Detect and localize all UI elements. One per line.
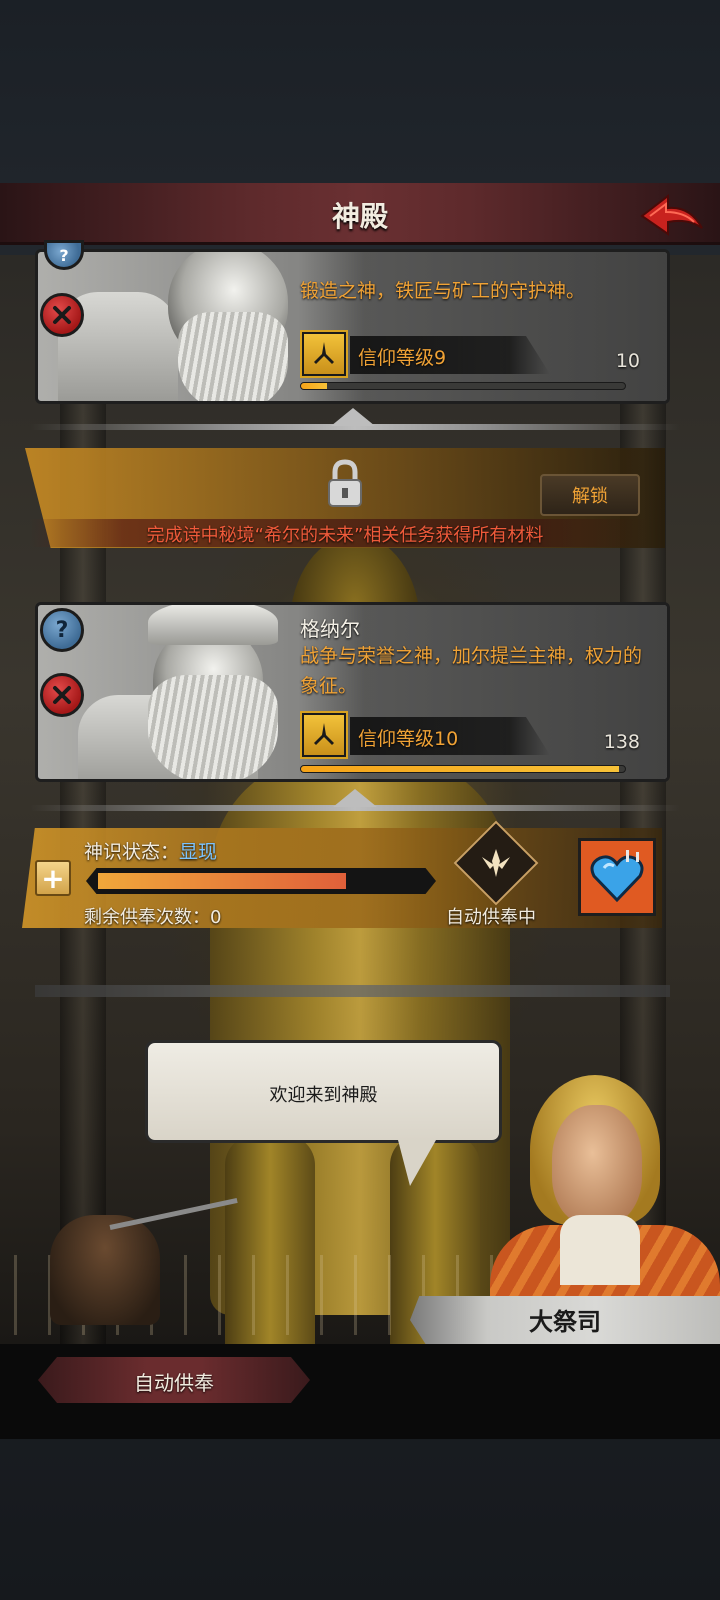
spirit-progress-fill — [98, 873, 346, 889]
prayer-hands-icon — [304, 715, 344, 755]
spirit-progress-bar — [86, 868, 436, 894]
auto-offer-label: 自动供奉 — [134, 1371, 214, 1395]
question-icon: ? — [59, 245, 69, 265]
header-bar: 神殿 — [0, 183, 720, 245]
priest-face — [552, 1105, 642, 1225]
auto-offering-status: 自动供奉中 — [446, 907, 536, 928]
heart-item-button[interactable] — [578, 838, 656, 916]
god-card[interactable]: 锻造之神，铁匠与矿工的守护神。 信仰等级9 10 — [35, 249, 670, 404]
faith-count: 10 — [615, 350, 640, 372]
speech-bubble-tail — [398, 1140, 436, 1186]
pillar — [60, 255, 106, 1345]
unlock-button[interactable]: 解锁 — [540, 474, 640, 516]
priest-collar — [560, 1215, 640, 1285]
page-title: 神殿 — [331, 200, 388, 233]
portrait-helmet — [148, 605, 278, 645]
divider-arrow — [331, 408, 375, 426]
next-card-peek — [35, 985, 670, 997]
faith-icon-frame — [300, 711, 348, 759]
faith-progress-fill — [301, 383, 327, 389]
god-name: 格纳尔 — [300, 617, 360, 641]
god-description: 战争与荣誉之神，加尔提兰主神，权力的象征。 — [300, 645, 643, 697]
speaker-name: 大祭司 — [529, 1308, 601, 1336]
faith-progress-bar — [300, 382, 626, 390]
faith-level-row: 信仰等级9 10 — [300, 330, 640, 390]
question-icon: ? — [55, 617, 69, 643]
warrior-figure — [50, 1215, 160, 1325]
spirit-status: 神识状态：显现 — [84, 837, 217, 864]
remove-button[interactable] — [40, 293, 84, 337]
padlock-icon — [325, 458, 365, 510]
close-x-icon — [53, 306, 71, 324]
remove-button[interactable] — [40, 673, 84, 717]
faith-level-label: 信仰等级9 — [358, 347, 447, 369]
dialog-text: 欢迎来到神殿 — [269, 1085, 378, 1106]
plus-icon: + — [41, 861, 65, 895]
faith-level-label: 信仰等级10 — [358, 728, 459, 750]
add-offering-button[interactable]: + — [35, 860, 71, 896]
unlock-requirement-text: 完成诗中秘境“希尔的未来”相关任务获得所有材料 — [146, 525, 544, 546]
divider-arrow — [333, 789, 377, 807]
god-portrait — [38, 252, 338, 401]
god-card[interactable]: 格纳尔 战争与荣誉之神，加尔提兰主神，权力的象征。 信仰等级10 138 — [35, 602, 670, 782]
back-button[interactable] — [638, 190, 706, 240]
heart-pendant-icon — [590, 850, 644, 903]
close-x-icon — [53, 686, 71, 704]
god-description: 锻造之神，铁匠与矿工的守护神。 — [300, 280, 586, 302]
back-arrow-icon — [640, 193, 703, 236]
prayer-hands-icon — [304, 334, 344, 374]
portrait-beard — [148, 675, 278, 779]
faith-progress-fill — [301, 766, 619, 772]
info-button[interactable]: ? — [40, 608, 84, 652]
faith-icon-frame — [300, 330, 348, 378]
portrait-beard — [178, 312, 288, 401]
faith-progress-bar — [300, 765, 626, 773]
faith-count: 138 — [603, 731, 640, 753]
faith-level-row: 信仰等级10 138 — [300, 711, 640, 773]
remaining-offerings: 剩余供奉次数：0 — [84, 907, 222, 928]
high-priest-portrait — [490, 1075, 720, 1300]
spirit-status-label: 神识状态： — [84, 841, 180, 863]
temple-screen: 神殿 锻造之神，铁匠与矿工的守护神。 信仰等级9 10 ? 解锁 完成诗中秘境“… — [0, 0, 720, 1600]
spirit-status-value: 显现 — [179, 841, 218, 863]
